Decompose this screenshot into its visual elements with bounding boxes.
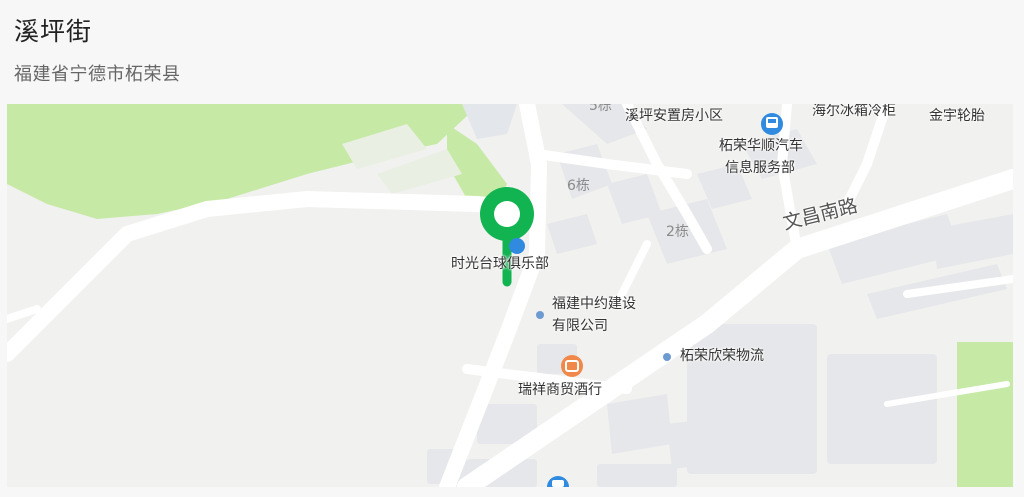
map-view[interactable]: 溪坪安置房小区 海尔冰箱冷柜 金宇轮胎 柘荣华顺汽车 信息服务部 6栋 2栋 5… bbox=[7, 104, 1013, 487]
poi-label[interactable]: 时光台球俱乐部 bbox=[451, 254, 549, 274]
park-area-right bbox=[957, 342, 1013, 487]
place-header: 溪坪街 福建省宁德市柘荣县 bbox=[0, 0, 1024, 104]
bus-icon bbox=[761, 113, 783, 135]
poi-label[interactable]: 金宇轮胎 bbox=[929, 106, 985, 126]
shop-icon bbox=[561, 355, 583, 377]
building-label: 6栋 bbox=[567, 178, 590, 194]
poi-label[interactable]: 溪坪安置房小区 bbox=[625, 106, 723, 126]
map-base bbox=[7, 104, 1013, 487]
building-label: 5栋 bbox=[589, 104, 612, 114]
building-label: 2栋 bbox=[666, 224, 689, 240]
poi-label[interactable]: 柘荣华顺汽车 bbox=[719, 136, 803, 156]
poi-dot-icon bbox=[663, 353, 671, 361]
poi-label[interactable]: 信息服务部 bbox=[725, 158, 795, 178]
poi-label[interactable]: 柘荣欣荣物流 bbox=[680, 346, 764, 366]
place-title: 溪坪街 bbox=[14, 17, 93, 46]
poi-label[interactable]: 瑞祥商贸酒行 bbox=[518, 380, 602, 400]
poi-label[interactable]: 海尔冰箱冷柜 bbox=[812, 104, 896, 121]
place-address: 福建省宁德市柘荣县 bbox=[14, 64, 181, 85]
poi-dot-icon bbox=[536, 311, 544, 319]
bus-icon bbox=[509, 238, 525, 254]
poi-label[interactable]: 有限公司 bbox=[552, 316, 608, 336]
poi-label[interactable]: 福建中约建设 bbox=[552, 294, 636, 314]
